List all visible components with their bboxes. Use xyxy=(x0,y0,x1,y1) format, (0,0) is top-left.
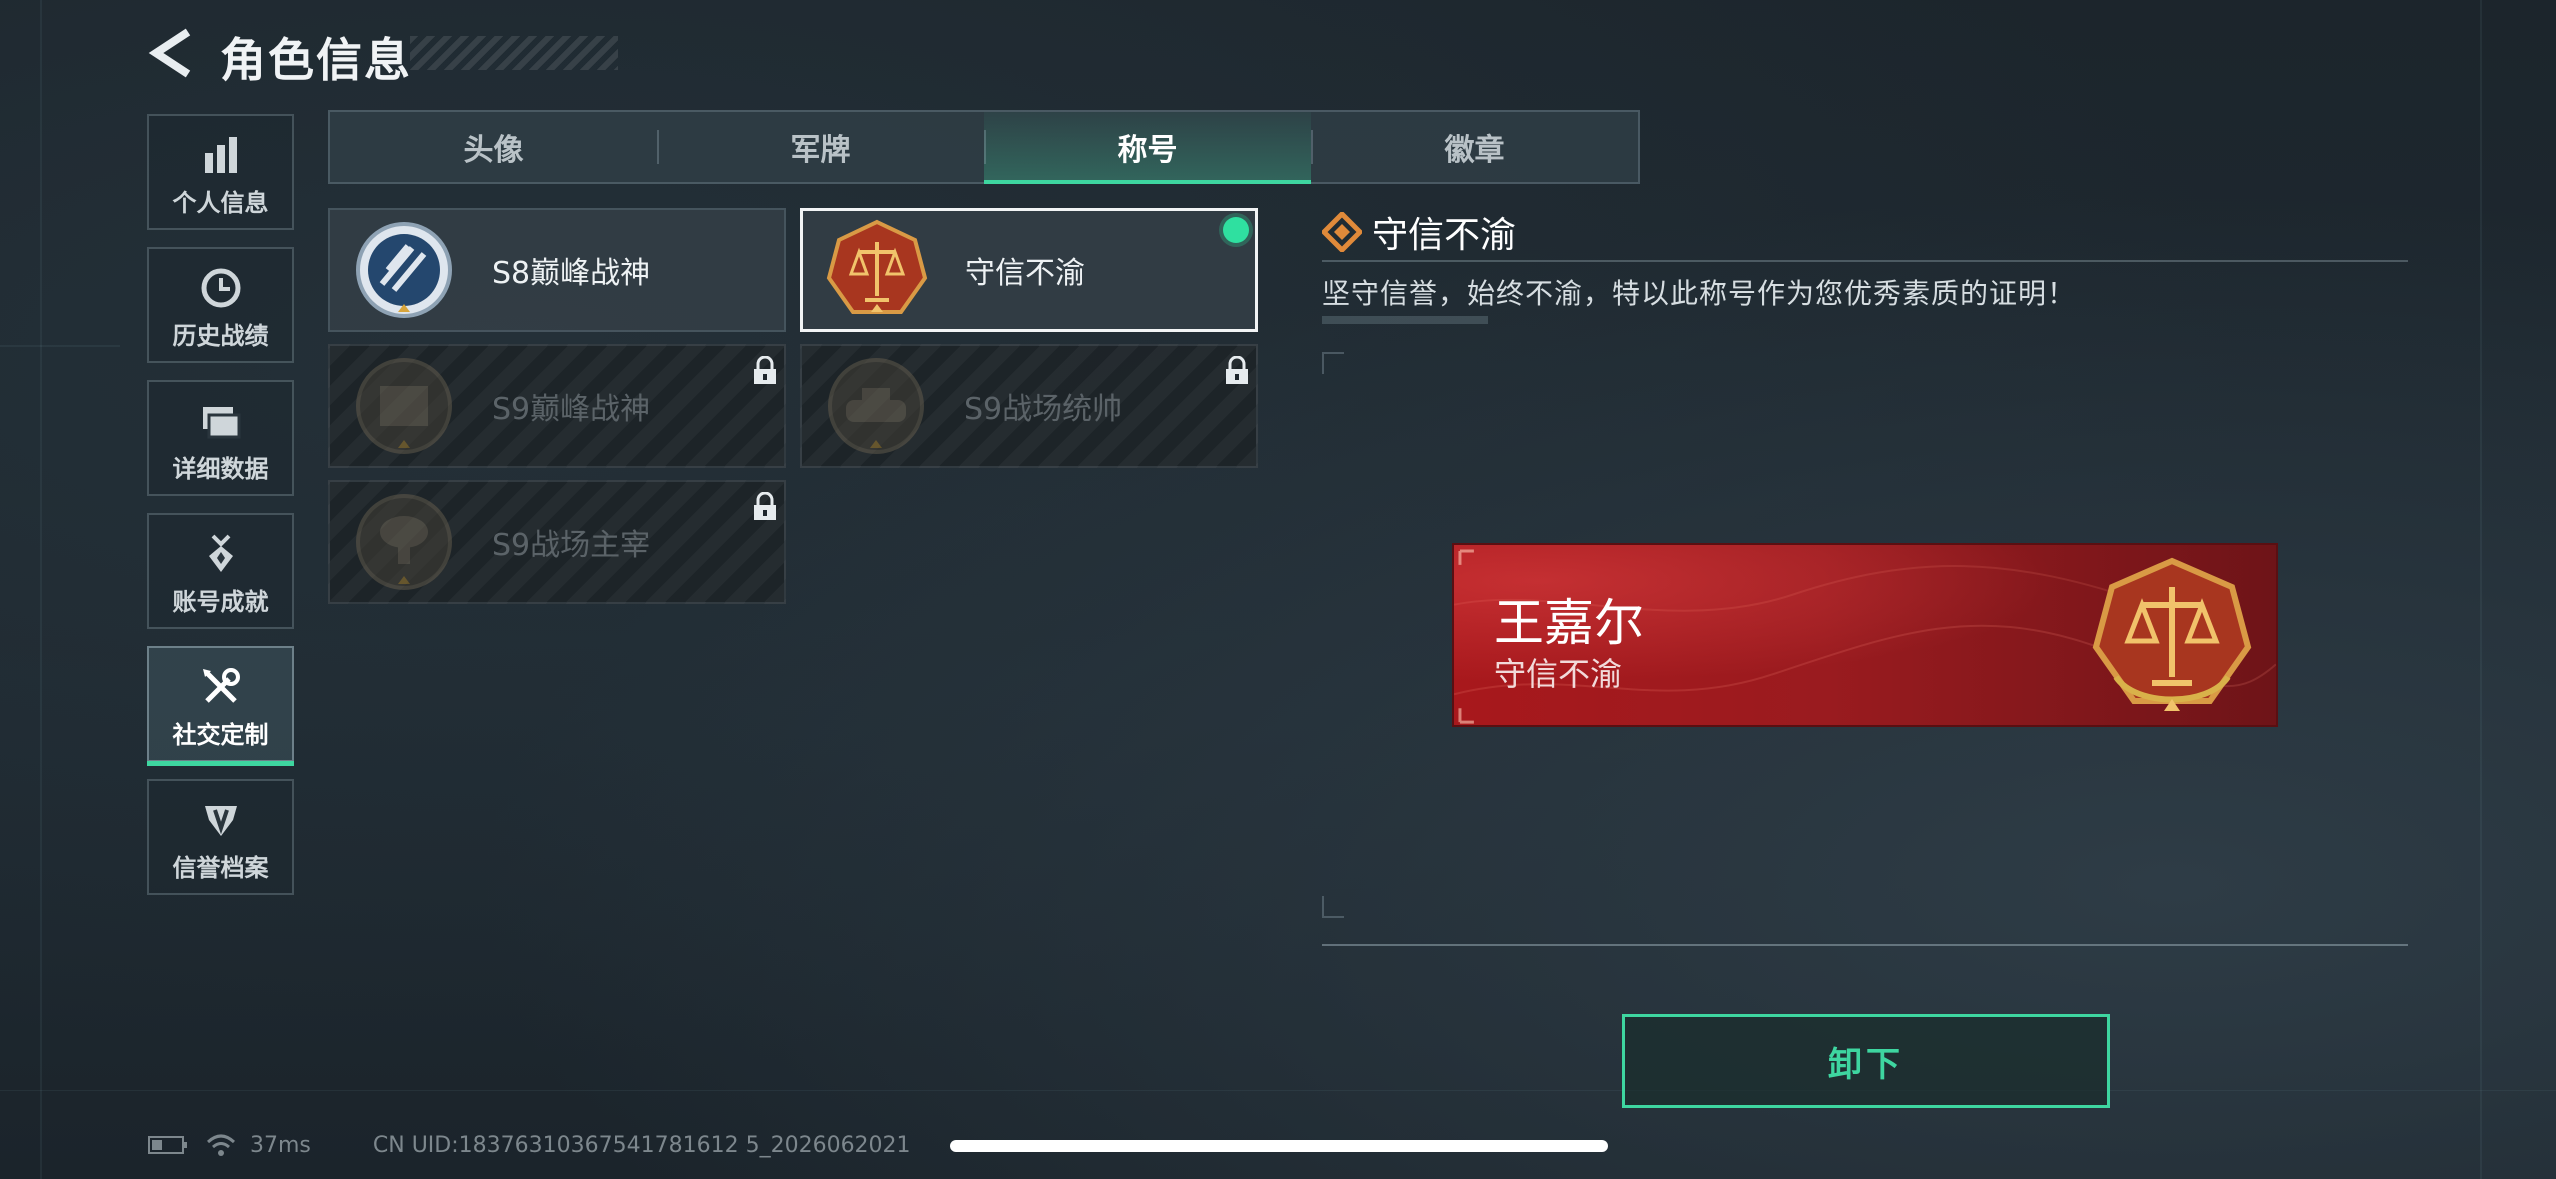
title-name: 守信不渝 xyxy=(965,256,1085,291)
scales-badge-icon xyxy=(826,219,928,314)
title-name: S9巅峰战神 xyxy=(492,392,651,427)
clock-icon xyxy=(201,268,240,308)
building-badge-icon xyxy=(356,358,452,454)
player-uid: CN UID:18376310367541781612 5_2026062021 xyxy=(372,1132,911,1158)
detail-decoration xyxy=(1322,316,1488,324)
title-card-locked[interactable]: S9巅峰战神 xyxy=(328,344,786,468)
sidebar-item-credit-record[interactable]: 信誉档案 xyxy=(147,779,294,895)
tab-avatar[interactable]: 头像 xyxy=(330,112,657,182)
sidebar-item-social-custom[interactable]: 社交定制 xyxy=(147,646,294,766)
home-indicator[interactable] xyxy=(950,1140,1608,1152)
medal-icon xyxy=(208,534,233,572)
tab-badge[interactable]: 徽章 xyxy=(1311,112,1638,182)
tab-title[interactable]: 称号 xyxy=(984,112,1311,184)
tank-badge-icon xyxy=(828,358,924,454)
page-title: 角色信息 xyxy=(220,33,412,87)
title-decoration xyxy=(410,36,618,70)
title-card[interactable]: S8巅峰战神 xyxy=(328,208,786,332)
folder-icon xyxy=(202,407,240,439)
frame-corner xyxy=(1322,896,1344,918)
divider xyxy=(1322,260,2408,262)
detail-title: 守信不渝 xyxy=(1372,215,1517,256)
unequip-button[interactable]: 卸下 xyxy=(1622,1014,2110,1108)
scales-badge-icon xyxy=(2092,557,2252,711)
player-name: 王嘉尔 xyxy=(1494,594,1644,652)
sidebar-item-achievements[interactable]: 账号成就 xyxy=(147,513,294,629)
bar-chart-icon xyxy=(204,137,237,173)
sidebar-item-label: 账号成就 xyxy=(172,588,269,616)
sidebar-item-detailed-data[interactable]: 详细数据 xyxy=(147,380,294,496)
sidebar-item-label: 信誉档案 xyxy=(172,854,269,882)
title-name: S9战场统帅 xyxy=(964,392,1123,427)
tools-icon xyxy=(202,668,240,703)
sidebar-item-label: 历史战绩 xyxy=(172,322,269,350)
shield-icon xyxy=(204,806,237,836)
sidebar-item-match-history[interactable]: 历史战绩 xyxy=(147,247,294,363)
equipped-indicator xyxy=(1223,217,1249,243)
peak-badge-icon xyxy=(356,222,452,318)
sidebar-item-label: 详细数据 xyxy=(172,455,269,483)
latency: 37ms xyxy=(250,1132,311,1158)
tab-dog-tag[interactable]: 军牌 xyxy=(657,112,984,182)
title-card-locked[interactable]: S9战场统帅 xyxy=(800,344,1258,468)
detail-description: 坚守信誉，始终不渝，特以此称号作为您优秀素质的证明！ xyxy=(1322,277,2077,310)
divider xyxy=(1322,944,2408,946)
diamond-icon xyxy=(1322,212,1362,252)
title-name: S9战场主宰 xyxy=(492,528,651,563)
wifi-icon xyxy=(206,1134,236,1156)
lock-icon xyxy=(754,356,776,384)
player-title: 守信不渝 xyxy=(1494,655,1623,693)
status-bar: 37ms CN UID:18376310367541781612 5_20260… xyxy=(148,1128,911,1162)
title-card-selected[interactable]: 守信不渝 xyxy=(800,208,1258,332)
nameplate-preview: 王嘉尔 守信不渝 xyxy=(1452,543,2278,727)
category-tabs: 头像 军牌 称号 徽章 xyxy=(328,110,1640,184)
sidebar-item-personal-info[interactable]: 个人信息 xyxy=(147,114,294,230)
title-name: S8巅峰战神 xyxy=(492,256,651,291)
back-arrow-icon[interactable] xyxy=(148,28,194,78)
sidebar-item-label: 社交定制 xyxy=(172,721,269,749)
title-card-locked[interactable]: S9战场主宰 xyxy=(328,480,786,604)
frame-corner xyxy=(1322,352,1344,374)
lock-icon xyxy=(1226,356,1248,384)
battery-icon xyxy=(148,1136,187,1154)
explosion-badge-icon xyxy=(356,494,452,590)
sidebar-item-label: 个人信息 xyxy=(172,189,269,217)
lock-icon xyxy=(754,492,776,520)
